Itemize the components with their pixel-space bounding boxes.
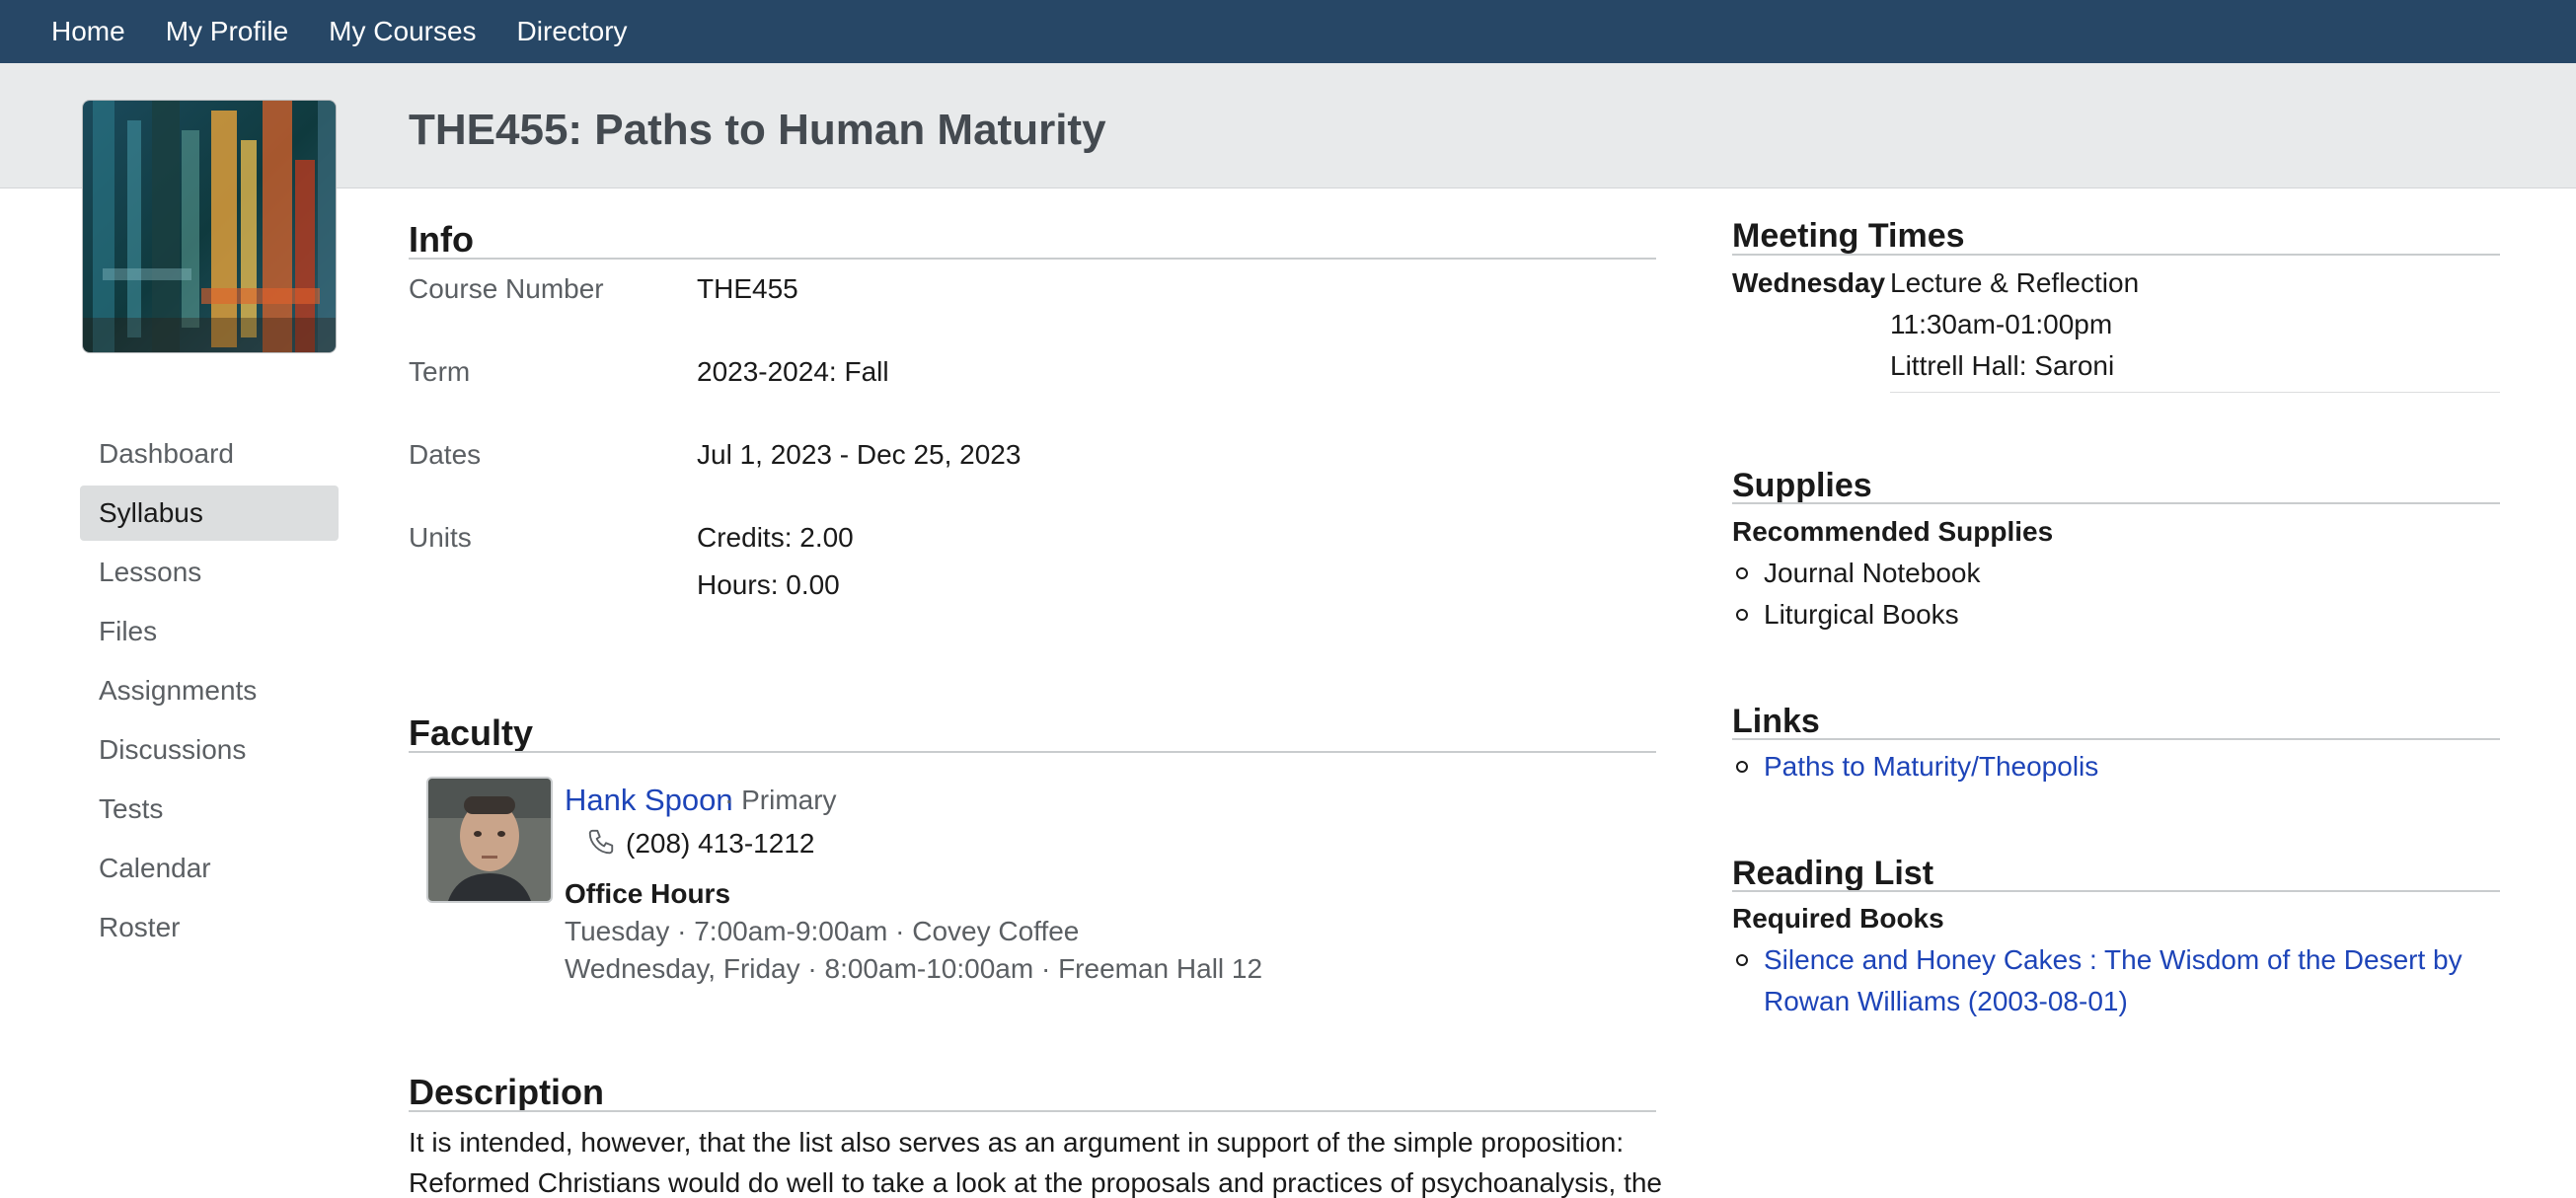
- sidebar-nav: Dashboard Syllabus Lessons Files Assignm…: [80, 426, 339, 959]
- term-value: 2023-2024: Fall: [697, 356, 889, 387]
- meeting-time: 11:30am-01:00pm: [1890, 309, 2113, 339]
- page-title: THE455: Paths to Human Maturity: [409, 106, 1106, 154]
- sidebar-item-assignments[interactable]: Assignments: [80, 663, 339, 718]
- course-number-label: Course Number: [409, 273, 604, 304]
- header-band: [0, 63, 2576, 188]
- supply-item: Journal Notebook: [1764, 558, 1981, 588]
- course-image: [82, 100, 337, 353]
- meeting-location: Littrell Hall: Saroni: [1890, 350, 2115, 381]
- supply-item: Liturgical Books: [1764, 599, 1959, 630]
- office-hours-line: Tuesday · 7:00am-9:00am · Covey Coffee: [565, 916, 1080, 946]
- course-painting-icon: [83, 101, 336, 352]
- link-paths-to-maturity[interactable]: Paths to Maturity/Theopolis: [1764, 751, 2098, 783]
- credits-value: Credits: 2.00: [697, 522, 854, 553]
- description-text: It is intended, however, that the list a…: [409, 1127, 1663, 1198]
- nav-my-profile[interactable]: My Profile: [166, 0, 288, 63]
- reading-list-heading: Reading List: [1732, 855, 1934, 892]
- office-hours-line: Wednesday, Friday · 8:00am-10:00am · Fre…: [565, 953, 1263, 984]
- bullet-icon: [1736, 954, 1748, 966]
- dates-value: Jul 1, 2023 - Dec 25, 2023: [697, 439, 1022, 470]
- bullet-icon: [1736, 567, 1748, 579]
- meeting-day: Wednesday: [1732, 267, 1886, 298]
- phone-icon: [588, 829, 614, 855]
- info-divider: [409, 258, 1656, 260]
- hours-value: Hours: 0.00: [697, 569, 840, 600]
- course-number-value: THE455: [697, 273, 798, 304]
- meeting-activity: Lecture & Reflection: [1890, 267, 2140, 298]
- sidebar-item-syllabus[interactable]: Syllabus: [80, 486, 339, 541]
- description-divider: [409, 1110, 1656, 1112]
- description-heading: Description: [409, 1072, 605, 1112]
- faculty-heading: Faculty: [409, 712, 534, 753]
- meeting-row-divider: [1890, 392, 2500, 393]
- book-link-line[interactable]: Silence and Honey Cakes : The Wisdom of …: [1764, 944, 2462, 976]
- units-label: Units: [409, 522, 472, 553]
- sidebar-item-roster[interactable]: Roster: [80, 900, 339, 955]
- sidebar-item-lessons[interactable]: Lessons: [80, 545, 339, 600]
- nav-my-courses[interactable]: My Courses: [329, 0, 476, 63]
- sidebar-item-dashboard[interactable]: Dashboard: [80, 426, 339, 482]
- sidebar-item-discussions[interactable]: Discussions: [80, 722, 339, 778]
- term-label: Term: [409, 356, 471, 387]
- sidebar-item-files[interactable]: Files: [80, 604, 339, 659]
- meeting-times-heading: Meeting Times: [1732, 217, 1965, 255]
- meeting-times-divider: [1732, 254, 2500, 256]
- book-link-line[interactable]: Rowan Williams (2003-08-01): [1764, 986, 2128, 1017]
- top-nav: Home My Profile My Courses Directory: [0, 0, 2576, 63]
- supplies-heading: Supplies: [1732, 467, 1872, 504]
- bullet-icon: [1736, 761, 1748, 773]
- nav-home[interactable]: Home: [51, 0, 125, 63]
- office-hours-heading: Office Hours: [565, 878, 731, 909]
- sidebar-item-calendar[interactable]: Calendar: [80, 841, 339, 896]
- links-divider: [1732, 738, 2500, 740]
- links-heading: Links: [1732, 703, 1820, 740]
- faculty-name-link[interactable]: Hank Spoon: [565, 783, 733, 818]
- sidebar-item-tests[interactable]: Tests: [80, 782, 339, 837]
- faculty-divider: [409, 751, 1656, 753]
- bullet-icon: [1736, 609, 1748, 621]
- person-photo-icon: [428, 779, 551, 901]
- reading-list-subheading: Required Books: [1732, 903, 1944, 934]
- info-heading: Info: [409, 219, 474, 260]
- faculty-role: · Primary: [724, 785, 837, 815]
- nav-directory[interactable]: Directory: [517, 0, 628, 63]
- dates-label: Dates: [409, 439, 482, 470]
- supplies-divider: [1732, 502, 2500, 504]
- faculty-phone: (208) 413-1212: [626, 828, 815, 859]
- faculty-avatar: [426, 777, 553, 903]
- reading-list-divider: [1732, 890, 2500, 892]
- supplies-subheading: Recommended Supplies: [1732, 516, 2054, 547]
